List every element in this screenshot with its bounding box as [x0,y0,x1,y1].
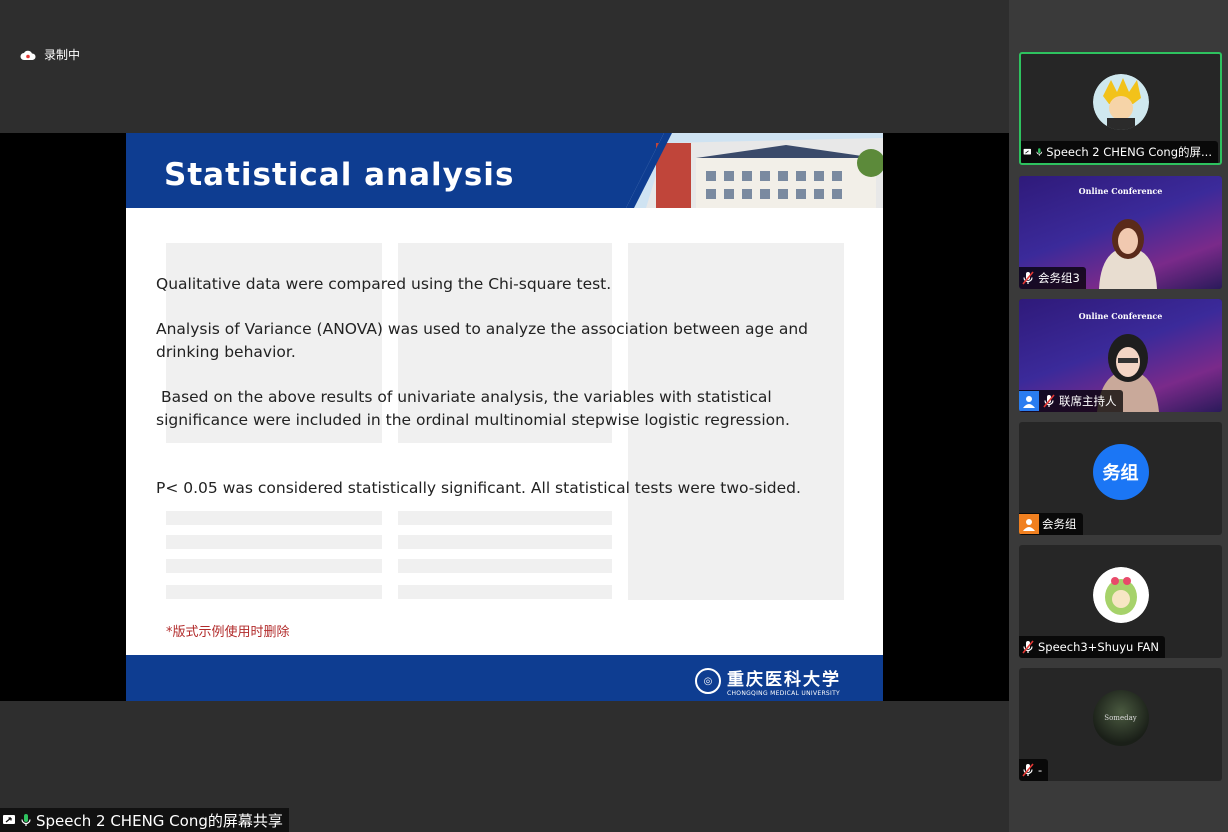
participant-name: 会务组 [1042,517,1077,531]
university-logo: ◎ 重庆医科大学 CHONGQING MEDICAL UNIVERSITY [695,665,841,697]
campus-building-image [626,133,883,208]
slide-template-note: *版式示例使用时删除 [166,625,290,640]
participant-label: Speech 2 CHENG Cong的屏... [1021,141,1218,163]
slide-paragraph: P< 0.05 was considered statistically sig… [156,479,801,497]
participant-tile[interactable]: Speech3+Shuyu FAN [1019,545,1222,658]
participant-tile[interactable]: Online Conference 会务组3 [1019,176,1222,289]
screen-share-icon [3,815,15,824]
microphone-muted-icon [1043,394,1055,408]
university-name-en: CHONGQING MEDICAL UNIVERSITY [727,690,841,697]
university-name-cn: 重庆医科大学 [727,670,841,690]
participant-video [1099,219,1157,289]
main-stage: 录制中 Statistical analysis Qualitative dat… [0,0,1009,832]
microphone-muted-icon [1022,271,1034,285]
conference-title: Online Conference [1078,311,1163,321]
participant-tile[interactable]: Speech 2 CHENG Cong的屏... [1019,52,1222,165]
participant-name: - [1038,763,1043,777]
cartoon-avatar [1092,74,1149,130]
microphone-icon [1036,148,1042,156]
slide-title: Statistical analysis [164,157,515,193]
slide-paragraph: Based on the above results of univariate… [156,388,790,429]
participant-label: 联席主持人 [1019,390,1123,412]
cohost-icon [1019,391,1039,411]
participant-tile[interactable]: Someday - [1019,668,1222,781]
cloud-record-icon [20,50,36,60]
slide-paragraph: Qualitative data were compared using the… [156,275,612,293]
slide-paragraph: Analysis of Variance (ANOVA) was used to… [156,320,809,361]
participant-name: Speech3+Shuyu FAN [1038,640,1159,654]
microphone-muted-icon [1022,640,1034,654]
screen-share-label: Speech 2 CHENG Cong的屏幕共享 [0,808,289,832]
screen-share-icon [1023,148,1032,155]
participant-sidebar: Speech 2 CHENG Cong的屏... Online Conferen… [1009,0,1228,832]
slide-header: Statistical analysis [126,133,883,208]
participant-tile[interactable]: 务组 会务组 [1019,422,1222,535]
participant-name: 会务组3 [1038,271,1080,285]
conference-title: Online Conference [1078,186,1163,196]
recording-status: 录制中 [44,48,81,62]
participant-label: 会务组 [1019,513,1083,535]
meeting-window: 录制中 Statistical analysis Qualitative dat… [0,0,1228,832]
microphone-icon [21,814,31,826]
microphone-muted-icon [1022,763,1034,777]
shared-slide: Statistical analysis Qualitative data we… [126,133,883,701]
cartoon-avatar [1092,567,1149,623]
participant-label: Speech3+Shuyu FAN [1019,636,1165,658]
recording-indicator[interactable]: 录制中 [20,46,80,63]
participant-label: - [1019,759,1049,781]
participant-name: Speech 2 CHENG Cong的屏... [1046,145,1212,159]
participant-tile[interactable]: Online Conference 联席主持人 [1019,299,1222,412]
participant-label: 会务组3 [1019,267,1086,289]
photo-avatar: Someday [1092,690,1149,746]
participant-name: 联席主持人 [1059,394,1117,408]
avatar-caption: Someday [1104,714,1137,722]
slide-footer: ◎ 重庆医科大学 CHONGQING MEDICAL UNIVERSITY [126,653,883,701]
university-seal-icon: ◎ [695,668,721,694]
initials-avatar: 务组 [1092,444,1149,500]
screen-share-text: Speech 2 CHENG Cong的屏幕共享 [36,811,283,830]
host-icon [1019,514,1039,534]
